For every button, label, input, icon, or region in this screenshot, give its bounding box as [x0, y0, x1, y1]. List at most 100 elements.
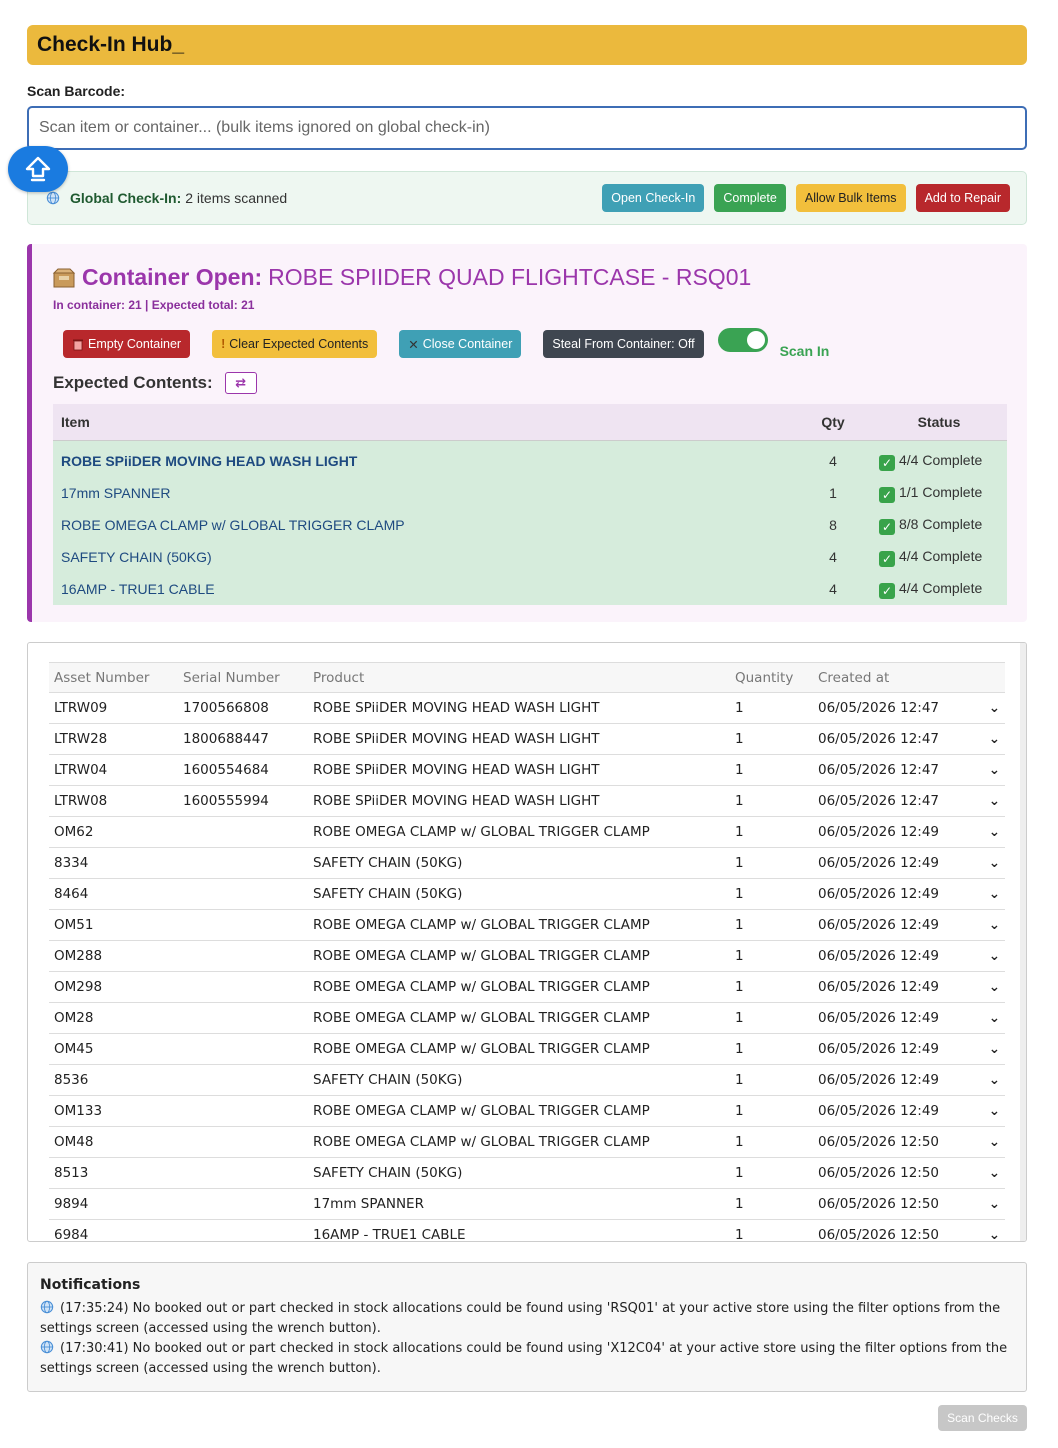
- chevron-down-icon[interactable]: ⌄: [975, 1219, 1005, 1241]
- asset-number: 9894: [49, 1188, 178, 1220]
- table-row[interactable]: OM133 ROBE OMEGA CLAMP w/ GLOBAL TRIGGER …: [49, 1095, 1005, 1127]
- chevron-down-icon[interactable]: ⌄: [975, 1095, 1005, 1127]
- chevron-down-icon[interactable]: ⌄: [975, 1188, 1005, 1220]
- created-at: 06/05/2026 12:49: [813, 816, 975, 848]
- expected-item[interactable]: 16AMP - TRUE1 CABLE: [53, 573, 795, 605]
- table-row[interactable]: LTRW28 1800688447 ROBE SPiiDER MOVING HEAD…: [49, 723, 1005, 755]
- complete-button[interactable]: Complete: [714, 184, 786, 212]
- check-icon: ✓: [879, 582, 895, 599]
- expected-row: 17mm SPANNER 1 ✓ 1/1 Complete: [53, 477, 1007, 509]
- expected-status: ✓ 4/4 Complete: [871, 541, 1007, 573]
- col-asset-number[interactable]: Asset Number: [49, 662, 178, 693]
- scan-in-toggle[interactable]: [717, 328, 768, 352]
- asset-number: LTRW08: [49, 785, 178, 817]
- asset-number: OM45: [49, 1033, 178, 1065]
- created-at: 06/05/2026 12:49: [813, 878, 975, 910]
- quantity: 1: [730, 909, 813, 941]
- asset-number: OM298: [49, 971, 178, 1003]
- chevron-down-icon[interactable]: ⌄: [975, 1126, 1005, 1158]
- table-row[interactable]: OM62 ROBE OMEGA CLAMP w/ GLOBAL TRIGGER C…: [49, 816, 1005, 848]
- chevron-down-icon[interactable]: ⌄: [975, 1033, 1005, 1065]
- table-row[interactable]: 9894 17mm SPANNER 1 06/05/2026 12:50 ⌄: [49, 1188, 1005, 1220]
- expected-status-text: 8/8 Complete: [899, 515, 983, 532]
- serial-number: [178, 1002, 308, 1034]
- steal-from-container-button[interactable]: Steal From Container: Off: [543, 330, 704, 358]
- table-row[interactable]: OM28 ROBE OMEGA CLAMP w/ GLOBAL TRIGGER C…: [49, 1002, 1005, 1034]
- quantity: 1: [730, 878, 813, 910]
- page-title: Check-In Hub_: [37, 33, 185, 56]
- add-to-repair-button[interactable]: Add to Repair: [915, 184, 1010, 212]
- asset-number: 8464: [49, 878, 178, 910]
- table-row[interactable]: OM288 ROBE OMEGA CLAMP w/ GLOBAL TRIGGER …: [49, 940, 1005, 972]
- created-at: 06/05/2026 12:50: [813, 1126, 975, 1158]
- table-row[interactable]: OM298 ROBE OMEGA CLAMP w/ GLOBAL TRIGGER …: [49, 971, 1005, 1003]
- close-container-button[interactable]: ✕ Close Container: [399, 330, 522, 358]
- expected-status-text: 1/1 Complete: [899, 483, 983, 500]
- expected-row: SAFETY CHAIN (50KG) 4 ✓ 4/4 Complete: [53, 541, 1007, 573]
- serial-number: [178, 909, 308, 941]
- chevron-down-icon[interactable]: ⌄: [975, 1002, 1005, 1034]
- container-summary: In container: 21 | Expected total: 21: [53, 298, 255, 312]
- clear-expected-label: Clear Expected Contents: [229, 337, 369, 351]
- expected-status: ✓ 8/8 Complete: [871, 509, 1007, 541]
- expected-item[interactable]: ROBE OMEGA CLAMP w/ GLOBAL TRIGGER CLAMP: [53, 509, 795, 541]
- table-row[interactable]: 8513 SAFETY CHAIN (50KG) 1 06/05/2026 12:50…: [49, 1157, 1005, 1189]
- expected-item[interactable]: SAFETY CHAIN (50KG): [53, 541, 795, 573]
- chevron-down-icon[interactable]: ⌄: [975, 909, 1005, 941]
- chevron-down-icon[interactable]: ⌄: [975, 723, 1005, 755]
- serial-number: [178, 1033, 308, 1065]
- expected-qty: 4: [795, 440, 871, 477]
- expected-item[interactable]: ROBE SPiiDER MOVING HEAD WASH LIGHT: [53, 440, 795, 477]
- created-at: 06/05/2026 12:49: [813, 1095, 975, 1127]
- col-product[interactable]: Product: [308, 662, 730, 693]
- table-row[interactable]: 6984 16AMP - TRUE1 CABLE 1 06/05/2026 12:50…: [49, 1219, 1005, 1241]
- clear-expected-contents-button[interactable]: ! Clear Expected Contents: [212, 330, 378, 358]
- check-icon: ✓: [879, 454, 895, 471]
- scroll-top-button[interactable]: [8, 146, 68, 192]
- serial-number: [178, 1219, 308, 1241]
- table-row[interactable]: 8536 SAFETY CHAIN (50KG) 1 06/05/2026 12:49…: [49, 1064, 1005, 1096]
- col-created-at[interactable]: Created at: [813, 662, 975, 693]
- asset-scrollbar[interactable]: [1020, 643, 1026, 1241]
- scan-checks-button[interactable]: Scan Checks: [938, 1405, 1027, 1431]
- quantity: 1: [730, 1157, 813, 1189]
- chevron-down-icon[interactable]: ⌄: [975, 971, 1005, 1003]
- chevron-down-icon[interactable]: ⌄: [975, 878, 1005, 910]
- asset-number: OM28: [49, 1002, 178, 1034]
- table-row[interactable]: OM48 ROBE OMEGA CLAMP w/ GLOBAL TRIGGER C…: [49, 1126, 1005, 1158]
- product-name: SAFETY CHAIN (50KG): [308, 847, 730, 879]
- container-title-prefix: Container Open:: [82, 264, 263, 290]
- swap-icon[interactable]: ⇄: [224, 372, 257, 394]
- expected-qty: 1: [795, 477, 871, 509]
- asset-number: OM48: [49, 1126, 178, 1158]
- serial-number: [178, 1126, 308, 1158]
- table-row[interactable]: 8334 SAFETY CHAIN (50KG) 1 06/05/2026 12:49…: [49, 847, 1005, 879]
- globe-icon: [46, 191, 60, 205]
- table-row[interactable]: LTRW09 1700566808 ROBE SPiiDER MOVING HEAD…: [49, 692, 1005, 724]
- created-at: 06/05/2026 12:47: [813, 692, 975, 724]
- table-row[interactable]: 8464 SAFETY CHAIN (50KG) 1 06/05/2026 12:49…: [49, 878, 1005, 910]
- col-status: Status: [871, 404, 1007, 441]
- table-row[interactable]: LTRW04 1600554684 ROBE SPiiDER MOVING HEAD…: [49, 754, 1005, 786]
- expected-row: ROBE SPiiDER MOVING HEAD WASH LIGHT 4 ✓ 4/4…: [53, 440, 1007, 477]
- empty-container-button[interactable]: Empty Container: [63, 330, 191, 358]
- chevron-down-icon[interactable]: ⌄: [975, 816, 1005, 848]
- chevron-down-icon[interactable]: ⌄: [975, 754, 1005, 786]
- expected-status: ✓ 4/4 Complete: [871, 573, 1007, 605]
- table-row[interactable]: OM45 ROBE OMEGA CLAMP w/ GLOBAL TRIGGER C…: [49, 1033, 1005, 1065]
- chevron-down-icon[interactable]: ⌄: [975, 692, 1005, 724]
- col-serial-number[interactable]: Serial Number: [178, 662, 308, 693]
- table-row[interactable]: OM51 ROBE OMEGA CLAMP w/ GLOBAL TRIGGER C…: [49, 909, 1005, 941]
- col-quantity[interactable]: Quantity: [730, 662, 813, 693]
- chevron-down-icon[interactable]: ⌄: [975, 1064, 1005, 1096]
- table-row[interactable]: LTRW08 1600555994 ROBE SPiiDER MOVING HEAD…: [49, 785, 1005, 817]
- chevron-down-icon[interactable]: ⌄: [975, 940, 1005, 972]
- expected-item[interactable]: 17mm SPANNER: [53, 477, 795, 509]
- chevron-down-icon[interactable]: ⌄: [975, 785, 1005, 817]
- serial-number: 1800688447: [178, 723, 308, 755]
- open-checkin-button[interactable]: Open Check-In: [602, 184, 705, 212]
- chevron-down-icon[interactable]: ⌄: [975, 1157, 1005, 1189]
- scan-barcode-input[interactable]: [27, 106, 1027, 150]
- chevron-down-icon[interactable]: ⌄: [975, 847, 1005, 879]
- allow-bulk-items-button[interactable]: Allow Bulk Items: [795, 184, 906, 212]
